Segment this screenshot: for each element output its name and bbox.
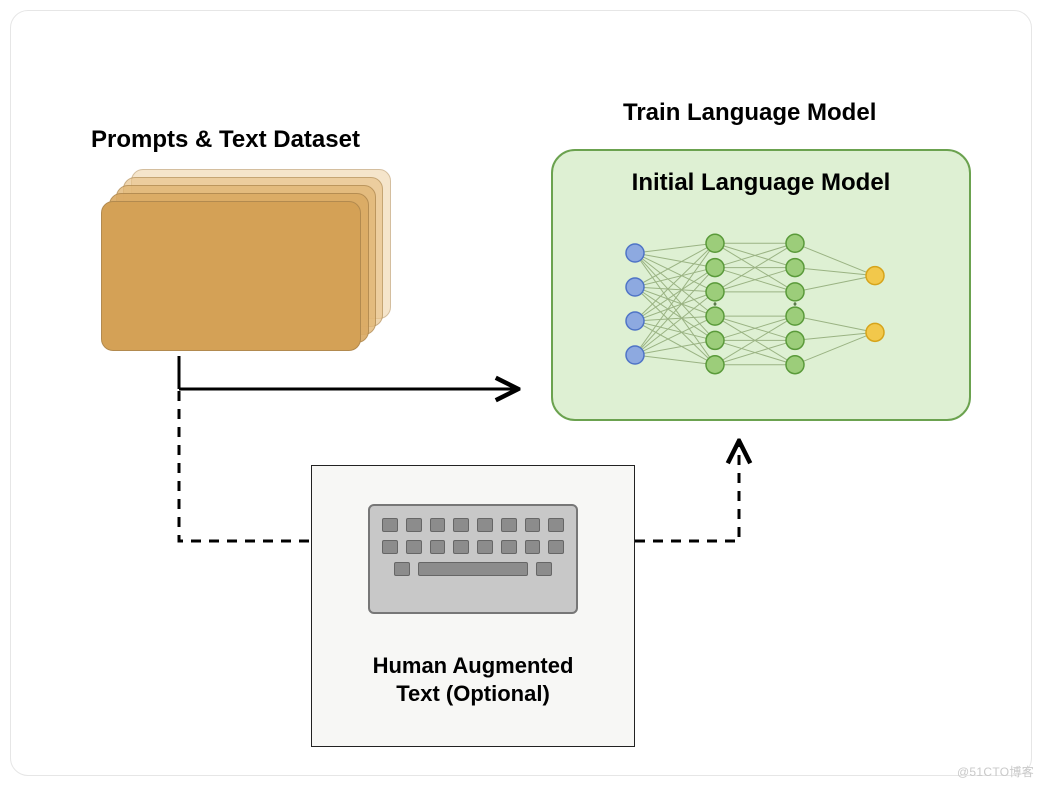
- flow-arrows: [11, 11, 1033, 777]
- diagram-frame: Prompts & Text Dataset Train Language Mo…: [10, 10, 1032, 776]
- watermark: @51CTO博客: [957, 763, 1034, 780]
- edge-human-model: [635, 443, 739, 541]
- edge-dataset-human: [179, 391, 311, 541]
